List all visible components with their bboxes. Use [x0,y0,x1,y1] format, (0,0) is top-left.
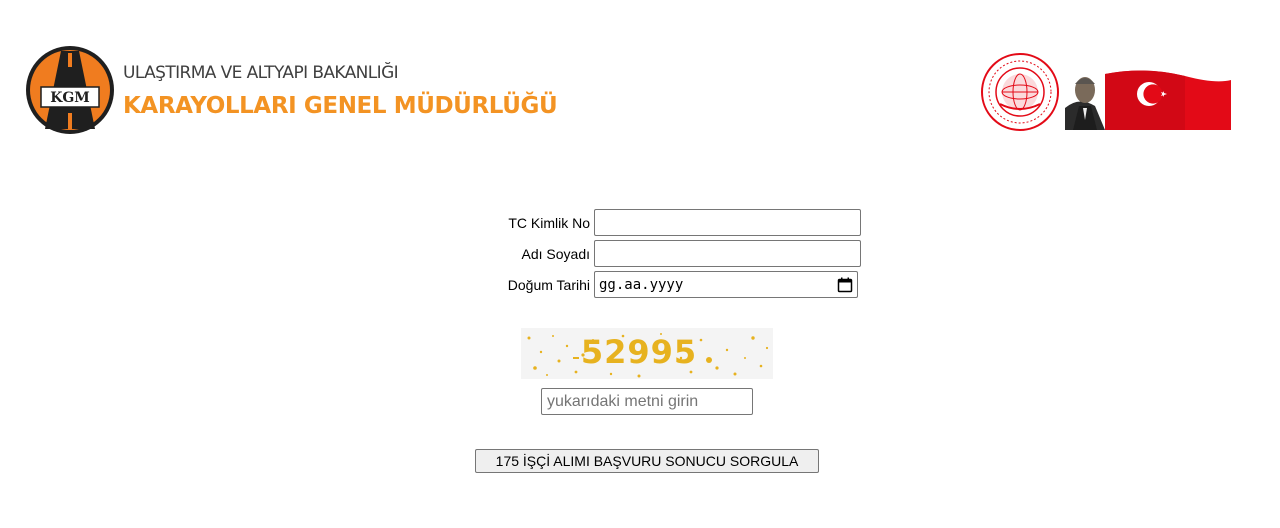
calendar-icon[interactable] [837,277,853,293]
directorate-name: KARAYOLLARI GENEL MÜDÜRLÜĞÜ [123,93,558,119]
name-input[interactable] [594,240,861,267]
captcha-input[interactable] [541,388,753,415]
tc-input[interactable] [594,209,861,236]
ministry-name: ULAŞTIRMA VE ALTYAPI BAKANLIĞI [123,63,399,83]
flag-portrait-image [1065,70,1231,130]
page-header: KGM ULAŞTIRMA VE ALTYAPI BAKANLIĞI KARAY… [0,0,1280,150]
captcha-image: 52995 [521,328,773,379]
name-label: Adı Soyadı [521,246,591,262]
birth-date-label: Doğum Tarihi [507,277,590,293]
tc-label: TC Kimlik No [508,215,590,231]
birth-date-placeholder: gg.aa.yyyy [599,276,684,293]
kgm-logo-text: KGM [50,90,90,106]
kgm-logo: KGM [26,46,114,134]
ministry-seal [981,53,1059,131]
birth-date-input[interactable]: gg.aa.yyyy [594,271,858,298]
captcha-text: 52995 [581,333,697,371]
query-result-button[interactable]: 175 İŞÇİ ALIMI BAŞVURU SONUCU SORGULA [475,449,819,473]
